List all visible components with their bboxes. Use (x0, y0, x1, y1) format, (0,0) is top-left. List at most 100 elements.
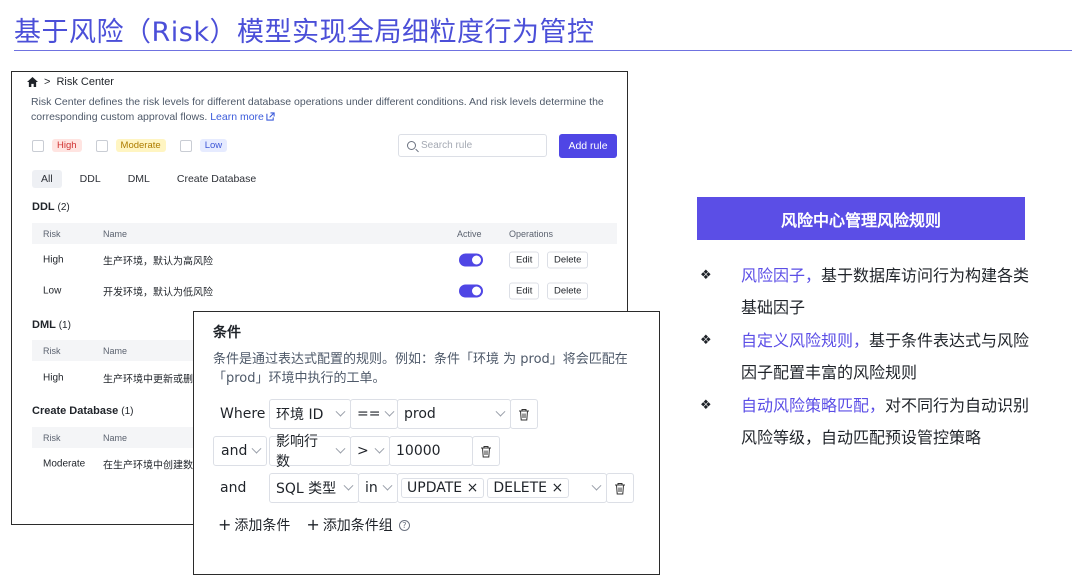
condition-card: 条件 条件是通过表达式配置的规则。例如：条件「环境 为 prod」将会匹配在「p… (193, 311, 660, 575)
operator-select[interactable]: > (350, 436, 390, 466)
chip: UPDATE × (401, 478, 485, 498)
selected-chips: UPDATE × DELETE × (401, 478, 572, 498)
low-tag: Low (199, 139, 228, 152)
risk-level-filters: High Moderate Low (32, 139, 241, 152)
feature-highlight: 自定义风险规则， (741, 331, 870, 350)
row-name: 在生产环境中创建数 (103, 460, 193, 472)
section-count: (2) (57, 202, 70, 213)
condition-keyword: Where (220, 406, 266, 422)
search-input[interactable]: Search rule (398, 134, 547, 157)
condition-title: 条件 (213, 325, 241, 341)
tab-dml[interactable]: DML (119, 170, 159, 188)
section-count: (1) (58, 320, 71, 331)
row-risk: Moderate (43, 458, 86, 470)
low-checkbox[interactable] (179, 139, 192, 152)
factor-value: 环境 ID (276, 407, 324, 423)
table-row: High 生产环境，默认为高风险 Edit Delete (32, 245, 617, 275)
section-title-ddl: DDL (2) (32, 201, 70, 213)
factor-select[interactable]: 影响行数 (269, 434, 351, 470)
add-rule-button[interactable]: Add rule (559, 134, 617, 158)
title-divider (14, 50, 1072, 51)
feature-header: 风险中心管理风险规则 (697, 197, 1025, 240)
section-count: (1) (121, 406, 134, 417)
diamond-bullet-icon: ❖ (700, 268, 712, 283)
level-filter-low[interactable]: Low (179, 139, 228, 152)
edit-button[interactable]: Edit (509, 282, 540, 300)
row-name: 生产环境中更新或删 (103, 374, 193, 386)
value-multiselect[interactable]: UPDATE × DELETE × (397, 473, 607, 503)
delete-button[interactable]: Delete (547, 251, 589, 269)
tab-ddl[interactable]: DDL (71, 170, 110, 188)
external-link-icon[interactable] (266, 112, 275, 121)
delete-button[interactable]: Delete (547, 282, 589, 300)
level-filter-moderate[interactable]: Moderate (95, 139, 166, 152)
logic-value: and (221, 443, 248, 459)
col-name: Name (103, 432, 128, 443)
operator-value: > (357, 443, 369, 459)
operator-select[interactable]: == (350, 399, 398, 429)
condition-row: and SQL 类型 in UPDATE × DELETE × (213, 473, 634, 503)
chevron-down-icon (335, 406, 346, 417)
section-name: DDL (32, 201, 55, 213)
tab-all[interactable]: All (32, 170, 62, 188)
high-checkbox[interactable] (32, 139, 44, 152)
chip-remove-icon[interactable]: × (551, 480, 563, 496)
moderate-checkbox[interactable] (95, 139, 108, 152)
operator-select[interactable]: in (358, 473, 398, 503)
value-text: prod (404, 406, 436, 422)
plus-icon: + (306, 515, 320, 534)
diamond-bullet-icon: ❖ (700, 398, 712, 413)
col-name: Name (103, 345, 128, 356)
add-condition-button[interactable]: + 添加条件 (218, 515, 290, 535)
diamond-bullet-icon: ❖ (700, 333, 712, 348)
add-condition-label: 添加条件 (234, 518, 291, 534)
trash-icon (519, 408, 529, 420)
active-toggle[interactable] (459, 253, 483, 267)
col-active: Active (457, 228, 482, 239)
rule-type-tabs: All DDL DML Create Database (32, 170, 274, 188)
learn-more-link[interactable]: Learn more (210, 111, 275, 123)
logic-select[interactable]: and (213, 436, 267, 466)
factor-select[interactable]: 环境 ID (269, 399, 351, 429)
level-filter-high[interactable]: High (32, 139, 82, 152)
slide-title: 基于风险（Risk）模型实现全局细粒度行为管控 (14, 17, 595, 48)
high-tag: High (52, 139, 82, 152)
trash-icon (615, 482, 625, 494)
breadcrumb-current: Risk Center (56, 76, 114, 88)
add-group-label: 添加条件组 (322, 518, 393, 534)
help-icon[interactable]: ? (398, 519, 410, 531)
row-name: 开发环境，默认为低风险 (103, 287, 213, 299)
factor-select[interactable]: SQL 类型 (269, 473, 359, 503)
delete-condition-button[interactable] (472, 436, 500, 466)
factor-value: SQL 类型 (276, 481, 337, 497)
add-condition-links: + 添加条件 + 添加条件组 ? (218, 515, 410, 535)
value-text: 10000 (396, 443, 441, 459)
active-toggle[interactable] (459, 284, 483, 298)
chevron-down-icon (374, 443, 385, 454)
value-select[interactable]: prod (397, 399, 511, 429)
chevron-down-icon (335, 443, 346, 454)
value-input[interactable]: 10000 (389, 436, 473, 466)
delete-condition-button[interactable] (510, 399, 538, 429)
delete-condition-button[interactable] (606, 473, 634, 503)
chevron-down-icon (385, 406, 395, 417)
factor-value: 影响行数 (276, 434, 318, 470)
condition-description: 条件是通过表达式配置的规则。例如：条件「环境 为 prod」将会匹配在「prod… (213, 352, 628, 386)
home-icon[interactable] (27, 77, 38, 87)
feature-item: ❖ 自动风险策略匹配，对不同行为自动识别风险等级，自动匹配预设管控策略 (697, 390, 1042, 454)
risk-center-description: Risk Center defines the risk levels for … (31, 95, 616, 125)
condition-row: Where 环境 ID == prod (213, 399, 538, 429)
operator-value: in (365, 480, 378, 496)
tab-create-database[interactable]: Create Database (168, 170, 265, 188)
learn-more-label[interactable]: Learn more (210, 111, 264, 123)
chevron-down-icon (382, 480, 393, 491)
edit-button[interactable]: Edit (509, 251, 540, 269)
row-risk: High (43, 372, 64, 384)
feature-highlight: 自动风险策略匹配， (741, 396, 886, 415)
trash-icon (481, 445, 491, 457)
feature-bullets: ❖ 风险因子，基于数据库访问行为构建各类基础因子 ❖ 自定义风险规则，基于条件表… (697, 260, 1042, 455)
add-group-button[interactable]: + 添加条件组 (306, 515, 392, 535)
table-header: Risk Name Active Operations (32, 223, 617, 244)
section-title-dml: DML (1) (32, 319, 71, 331)
chip-remove-icon[interactable]: × (467, 480, 479, 496)
